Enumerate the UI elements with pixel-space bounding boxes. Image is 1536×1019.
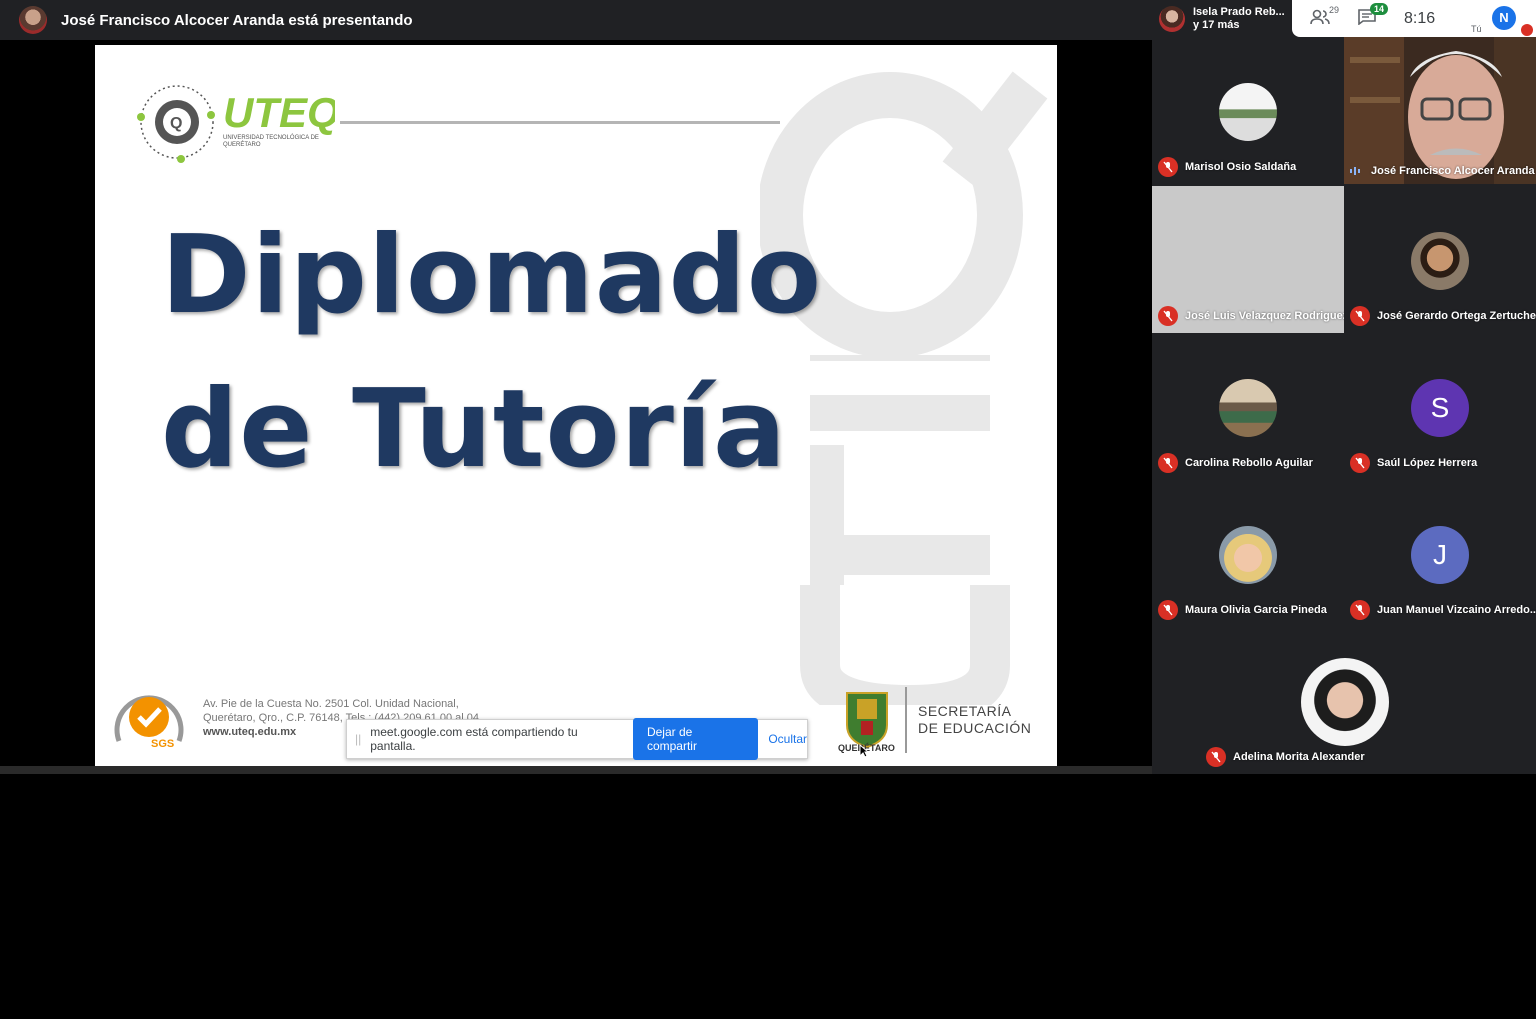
participant-name: José Luis Velazquez Rodriguez (1185, 310, 1344, 322)
stage-bottom-strip (0, 766, 1152, 774)
participant-initial-avatar: S (1411, 379, 1469, 437)
participant-tile[interactable]: Adelina Morita Alexander (1200, 627, 1490, 774)
mic-off-icon (1158, 453, 1178, 473)
participant-avatar (1219, 83, 1277, 141)
preview-more: y 17 más (1193, 18, 1240, 31)
sgs-certification-icon: SGS (114, 695, 184, 750)
people-button[interactable]: 29 (1310, 5, 1339, 29)
tile-name-row: Adelina Morita Alexander (1206, 747, 1365, 767)
logo-divider (905, 687, 907, 753)
meeting-topbar: Isela Prado Reb... y 17 más 29 14 8:16 T… (1152, 0, 1536, 37)
mic-off-icon (1206, 747, 1226, 767)
participant-tile[interactable]: J Juan Manuel Vizcaino Arredo... (1344, 480, 1536, 627)
meeting-controls: 29 14 8:16 Tú N (1292, 0, 1536, 37)
uteq-watermark (760, 71, 1048, 705)
participant-tile[interactable]: Carolina Rebollo Aguilar (1152, 333, 1344, 480)
stop-sharing-button[interactable]: Dejar de compartir (632, 718, 759, 760)
chat-badge: 14 (1370, 2, 1389, 15)
shared-slide: Q UTEQ UNIVERSIDAD TECNOLÓGICA DE QUERÉT… (95, 45, 1057, 766)
tile-name-row: José Gerardo Ortega Zertuche (1350, 306, 1536, 326)
address-line1: Av. Pie de la Cuesta No. 2501 Col. Unida… (203, 698, 459, 710)
tile-name-row: Carolina Rebollo Aguilar (1158, 453, 1313, 473)
presenter-status-text: José Francisco Alcocer Aranda está prese… (61, 11, 413, 29)
speaking-indicator-icon (1350, 166, 1364, 176)
participant-avatar (1301, 658, 1389, 746)
presentation-stage: Q UTEQ UNIVERSIDAD TECNOLÓGICA DE QUERÉT… (0, 40, 1152, 766)
preview-name: Isela Prado Reb... (1193, 5, 1285, 18)
tile-name-row: Saúl López Herrera (1350, 453, 1477, 473)
svg-text:Q: Q (170, 115, 182, 132)
participant-avatar (1219, 379, 1277, 437)
self-avatar[interactable]: N (1492, 6, 1516, 30)
participant-tile[interactable]: Marisol Osio Saldaña (1152, 37, 1344, 184)
svg-text:UTEQ: UTEQ (223, 89, 335, 137)
people-count: 29 (1329, 4, 1340, 15)
secretaria-line2: DE EDUCACIÓN (918, 720, 1032, 736)
mic-off-icon (1350, 600, 1370, 620)
camera-video (1344, 37, 1536, 184)
svg-text:SGS: SGS (151, 738, 174, 750)
mic-off-icon (1350, 453, 1370, 473)
drag-handle-icon[interactable]: || (355, 732, 361, 746)
participant-name: Maura Olivia Garcia Pineda (1185, 604, 1327, 616)
participant-initial-avatar: J (1411, 526, 1469, 584)
tile-name-row: Maura Olivia Garcia Pineda (1158, 600, 1327, 620)
hide-banner-button[interactable]: Ocultar (768, 732, 807, 746)
uteq-logo: Q UTEQ UNIVERSIDAD TECNOLÓGICA DE QUERÉT… (135, 77, 340, 167)
mouse-cursor-icon (859, 744, 869, 758)
participant-avatar (1219, 526, 1277, 584)
clock: 8:16 (1404, 9, 1436, 27)
slide-title-line2: de Tutoría (161, 367, 787, 492)
self-label: Tú (1471, 24, 1482, 34)
presenter-avatar (19, 6, 47, 34)
participant-name: Adelina Morita Alexander (1233, 751, 1365, 763)
mic-off-icon (1158, 306, 1178, 326)
participant-tile-video[interactable]: José Luis Velazquez Rodriguez (1152, 186, 1344, 333)
mic-off-icon (1158, 600, 1178, 620)
tile-name-row: Juan Manuel Vizcaino Arredo... (1350, 600, 1536, 620)
uteq-seal-icon: Q UTEQ (137, 85, 340, 163)
participant-name: José Gerardo Ortega Zertuche (1377, 310, 1536, 322)
participant-name: Carolina Rebollo Aguilar (1185, 457, 1313, 469)
participant-avatar (1411, 232, 1469, 290)
mic-off-icon (1158, 157, 1178, 177)
tile-name-row: José Luis Velazquez Rodriguez (1158, 306, 1344, 326)
participant-name: Marisol Osio Saldaña (1185, 161, 1297, 173)
mic-off-icon (1350, 306, 1370, 326)
tile-name-row: José Francisco Alcocer Aranda (1350, 165, 1535, 177)
preview-avatar (1159, 5, 1185, 32)
chat-button[interactable]: 14 (1358, 2, 1389, 29)
uteq-tagline: UNIVERSIDAD TECNOLÓGICA DE QUERÉTARO (223, 135, 319, 148)
self-mic-off-icon (1521, 24, 1533, 36)
participant-tile[interactable]: S Saúl López Herrera (1344, 333, 1536, 480)
screen-share-banner: || meet.google.com está compartiendo tu … (346, 718, 808, 760)
presenter-bar: José Francisco Alcocer Aranda está prese… (0, 0, 1152, 40)
participant-preview[interactable]: Isela Prado Reb... y 17 más (1152, 0, 1292, 37)
slide-title-line1: Diplomado (161, 213, 823, 338)
meet-window: José Francisco Alcocer Aranda está prese… (0, 0, 1536, 1019)
secretaria-line1: SECRETARÍA (918, 703, 1012, 719)
header-rule (340, 121, 780, 124)
secretaria-text: SECRETARÍA DE EDUCACIÓN (918, 703, 1031, 737)
participant-name: Juan Manuel Vizcaino Arredo... (1377, 604, 1536, 616)
participant-tile[interactable]: Maura Olivia Garcia Pineda (1152, 480, 1344, 627)
participant-name: Saúl López Herrera (1377, 457, 1478, 469)
participant-tile-speaking[interactable]: José Francisco Alcocer Aranda (1344, 37, 1536, 184)
preview-text: Isela Prado Reb... y 17 más (1193, 6, 1285, 32)
participant-name: José Francisco Alcocer Aranda (1371, 165, 1535, 177)
participant-tile[interactable]: José Gerardo Ortega Zertuche (1344, 186, 1536, 333)
people-icon (1310, 9, 1330, 24)
share-message: meet.google.com está compartiendo tu pan… (370, 725, 578, 753)
tile-name-row: Marisol Osio Saldaña (1158, 157, 1296, 177)
